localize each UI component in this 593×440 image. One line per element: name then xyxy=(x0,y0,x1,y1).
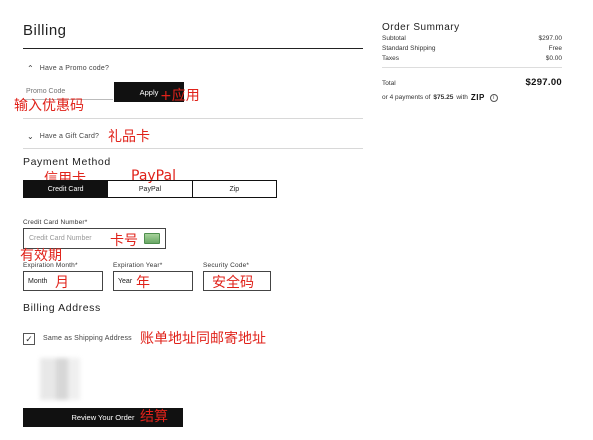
blurred-address xyxy=(40,358,80,400)
annotation-year: 年 xyxy=(136,275,150,291)
payment-method-title: Payment Method xyxy=(23,156,111,168)
same-as-shipping-label: Same as Shipping Address xyxy=(43,335,132,342)
summary-row-value: Free xyxy=(548,45,562,52)
annotation-gift-card: 礼品卡 xyxy=(108,129,150,145)
installments-line: or 4 payments of $75.25 with ZIP i xyxy=(382,93,498,102)
annotation-month: 月 xyxy=(55,275,69,291)
chevron-up-icon: ⌃ xyxy=(27,64,34,73)
tab-credit-card[interactable]: Credit Card xyxy=(24,181,108,197)
chevron-down-icon: ⌄ xyxy=(27,132,34,141)
summary-row-value: $0.00 xyxy=(545,55,562,62)
tab-paypal[interactable]: PayPal xyxy=(107,181,191,197)
summary-row-label: Taxes xyxy=(382,55,399,62)
promo-toggle-label: Have a Promo code? xyxy=(39,65,110,72)
exp-year-label: Expiration Year* xyxy=(113,262,163,269)
total-label: Total xyxy=(382,80,396,87)
info-icon[interactable]: i xyxy=(489,93,498,102)
installments-text: or 4 payments of xyxy=(382,94,431,101)
checkmark-icon: ✓ xyxy=(25,333,33,344)
order-summary-title: Order Summary xyxy=(382,22,460,33)
annotation-apply: +应用 xyxy=(160,88,200,104)
apply-button-label: Apply xyxy=(139,87,159,97)
promo-divider xyxy=(23,118,363,119)
same-as-shipping-checkbox[interactable]: ✓ xyxy=(23,333,35,345)
review-order-label: Review Your Order xyxy=(71,413,135,422)
exp-year-value: Year xyxy=(118,277,133,285)
billing-title: Billing xyxy=(23,22,67,39)
gift-divider xyxy=(23,148,363,149)
summary-row-subtotal: Subtotal $297.00 xyxy=(382,35,562,42)
gift-card-toggle[interactable]: ⌄ Have a Gift Card? xyxy=(27,132,99,141)
installment-amount: $75.25 xyxy=(433,94,454,101)
summary-row-value: $297.00 xyxy=(538,35,563,42)
annotation-same-address: 账单地址同邮寄地址 xyxy=(140,331,266,347)
summary-row-label: Subtotal xyxy=(382,35,406,42)
annotation-security-code: 安全码 xyxy=(212,275,254,291)
annotation-review: 结算 xyxy=(140,409,168,425)
billing-address-title: Billing Address xyxy=(23,302,101,314)
billing-divider xyxy=(23,48,363,49)
exp-month-label: Expiration Month* xyxy=(23,262,78,269)
summary-divider xyxy=(382,67,562,68)
card-number-label: Credit Card Number* xyxy=(23,219,88,226)
credit-card-icon xyxy=(144,233,160,244)
annotation-card-number: 卡号 xyxy=(110,233,138,249)
zip-logo: ZIP xyxy=(470,93,485,102)
card-number-placeholder: Credit Card Number xyxy=(29,235,92,242)
annotation-promo: 输入优惠码 xyxy=(14,98,84,114)
exp-year-select[interactable]: Year xyxy=(113,271,193,291)
summary-row-label: Standard Shipping xyxy=(382,45,436,52)
with-text: with xyxy=(456,94,468,101)
summary-total: Total $297.00 xyxy=(382,77,562,88)
summary-row-shipping: Standard Shipping Free xyxy=(382,45,562,52)
gift-card-toggle-label: Have a Gift Card? xyxy=(39,133,100,140)
security-code-label: Security Code* xyxy=(203,262,250,269)
total-value: $297.00 xyxy=(525,77,562,88)
summary-row-taxes: Taxes $0.00 xyxy=(382,55,562,62)
payment-method-tabs: Credit Card PayPal Zip xyxy=(23,180,277,198)
promo-toggle[interactable]: ⌃ Have a Promo code? xyxy=(27,64,109,73)
tab-zip[interactable]: Zip xyxy=(191,181,276,197)
exp-month-value: Month xyxy=(28,277,48,285)
